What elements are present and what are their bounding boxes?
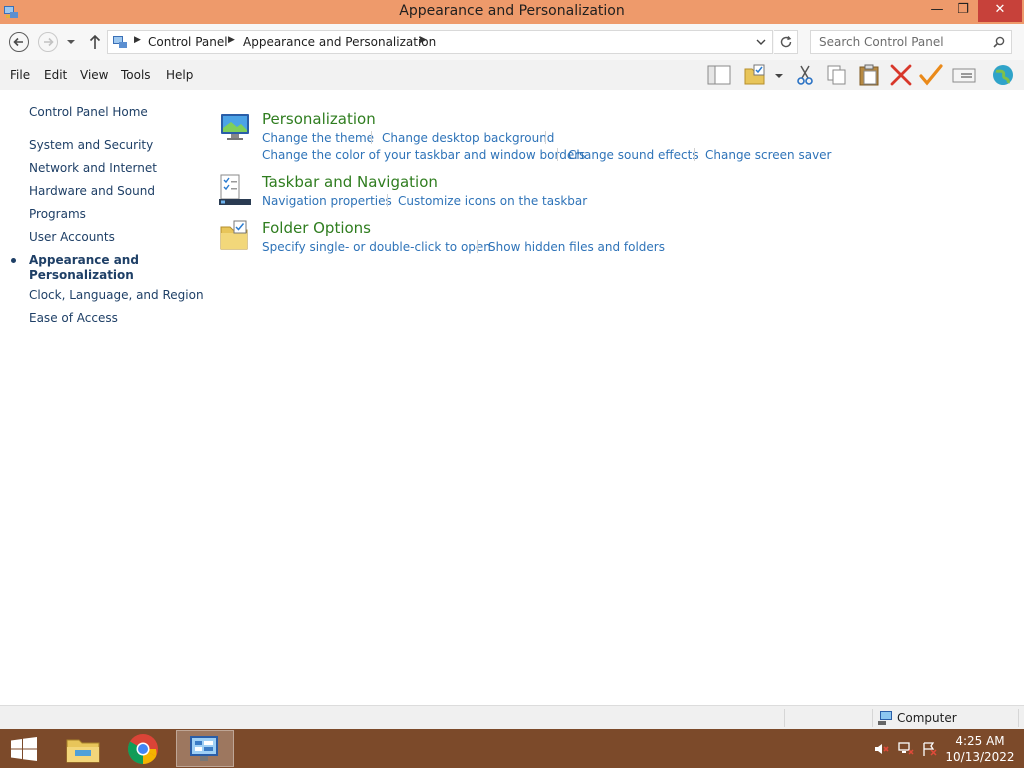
chevron-down-icon[interactable] — [756, 37, 766, 47]
personalization-icon — [221, 114, 249, 140]
cut-icon[interactable] — [792, 63, 818, 87]
category-title[interactable]: Taskbar and Navigation — [262, 173, 438, 191]
task-navigation-properties[interactable]: Navigation properties — [262, 194, 392, 208]
task-separator — [371, 131, 372, 144]
menu-file[interactable]: File — [10, 68, 30, 82]
status-bar: Computer — [0, 705, 1024, 729]
task-change-taskbar-color[interactable]: Change the color of your taskbar and win… — [262, 148, 585, 162]
task-separator — [557, 148, 558, 161]
clock-date[interactable]: 10/13/2022 — [940, 750, 1020, 764]
maximize-button[interactable]: ❐ — [950, 0, 976, 22]
title-bar: Appearance and Personalization — ❐ ✕ — [0, 0, 1024, 24]
search-input[interactable]: Search Control Panel — [810, 30, 1012, 54]
search-placeholder: Search Control Panel — [819, 35, 944, 49]
control-panel-home-link[interactable]: Control Panel Home — [29, 105, 148, 120]
sidebar-item-user-accounts[interactable]: User Accounts — [29, 230, 115, 245]
menu-tools[interactable]: Tools — [121, 68, 151, 82]
task-change-theme[interactable]: Change the theme — [262, 131, 374, 145]
layout-icon[interactable] — [706, 63, 732, 87]
task-separator — [387, 194, 388, 207]
category-title[interactable]: Folder Options — [262, 219, 371, 237]
window-title: Appearance and Personalization — [399, 3, 625, 19]
arrow-right-icon — [44, 37, 54, 47]
sidebar-item-programs[interactable]: Programs — [29, 207, 86, 222]
task-change-sound-effects[interactable]: Change sound effects — [568, 148, 699, 162]
breadcrumb-separator-icon[interactable]: ▶ — [228, 35, 235, 45]
active-item-bullet — [11, 258, 16, 263]
sidebar-item-appearance[interactable]: Appearance and Personalization — [29, 253, 189, 283]
taskbar: 4:25 AM 10/13/2022 — [0, 729, 1024, 768]
task-customize-taskbar-icons[interactable]: Customize icons on the taskbar — [398, 194, 587, 208]
sidebar-item-network[interactable]: Network and Internet — [29, 161, 157, 176]
address-bar[interactable]: ▶ Control Panel ▶ Appearance and Persona… — [107, 30, 773, 54]
refresh-icon — [780, 36, 792, 48]
category-title[interactable]: Personalization — [262, 110, 376, 128]
checkmark-icon[interactable] — [918, 63, 944, 87]
task-change-screen-saver[interactable]: Change screen saver — [705, 148, 832, 162]
sidebar-item-system-security[interactable]: System and Security — [29, 138, 153, 153]
control-panel-icon — [113, 36, 127, 48]
taskbar-control-panel[interactable] — [176, 730, 234, 767]
recent-locations-icon[interactable] — [66, 38, 76, 46]
copy-icon[interactable] — [824, 63, 850, 87]
properties-icon[interactable] — [951, 63, 977, 87]
back-button[interactable] — [9, 32, 29, 52]
status-location: Computer — [897, 711, 957, 725]
refresh-button[interactable] — [774, 30, 798, 54]
paste-icon[interactable] — [856, 63, 882, 87]
chevron-down-icon[interactable] — [772, 63, 786, 87]
action-center-flag-icon[interactable] — [922, 742, 938, 756]
windows-start-icon[interactable] — [10, 737, 38, 761]
up-arrow-icon[interactable] — [88, 33, 102, 51]
address-row: ▶ Control Panel ▶ Appearance and Persona… — [0, 24, 1024, 60]
status-divider — [872, 709, 873, 727]
menu-help[interactable]: Help — [166, 68, 193, 82]
close-button[interactable]: ✕ — [978, 0, 1022, 22]
globe-icon[interactable] — [990, 63, 1016, 87]
task-single-double-click[interactable]: Specify single- or double-click to open — [262, 240, 491, 254]
chrome-icon — [127, 734, 158, 764]
menu-edit[interactable]: Edit — [44, 68, 67, 82]
menu-bar: File Edit View Tools Help — [0, 60, 1024, 90]
menu-view[interactable]: View — [80, 68, 108, 82]
breadcrumb-appearance[interactable]: Appearance and Personalization — [243, 35, 436, 49]
status-divider — [784, 709, 785, 727]
control-panel-icon — [190, 736, 218, 761]
task-change-desktop-background[interactable]: Change desktop background — [382, 131, 554, 145]
sidebar-item-ease-of-access[interactable]: Ease of Access — [29, 311, 118, 326]
volume-muted-icon[interactable] — [874, 742, 890, 756]
minimize-button[interactable]: — — [924, 0, 950, 22]
left-navigation: Control Panel Home System and Security N… — [0, 90, 210, 705]
task-separator — [545, 131, 546, 144]
task-separator — [694, 148, 695, 161]
sidebar-item-clock-language[interactable]: Clock, Language, and Region — [29, 288, 204, 303]
network-icon[interactable] — [898, 742, 914, 756]
computer-icon — [878, 711, 892, 725]
search-icon[interactable] — [993, 36, 1005, 48]
status-divider — [1018, 709, 1019, 727]
folder-check-icon[interactable] — [742, 63, 768, 87]
clock-time[interactable]: 4:25 AM — [940, 734, 1020, 748]
sidebar-item-hardware-sound[interactable]: Hardware and Sound — [29, 184, 155, 199]
arrow-left-icon — [13, 37, 23, 47]
file-explorer-icon — [66, 739, 100, 763]
task-separator — [477, 240, 478, 253]
task-show-hidden-files[interactable]: Show hidden files and folders — [488, 240, 665, 254]
breadcrumb-separator-icon[interactable]: ▶ — [420, 35, 427, 45]
breadcrumb-control-panel[interactable]: Control Panel — [148, 35, 228, 49]
taskbar-chrome[interactable] — [115, 730, 171, 767]
taskbar-icon — [219, 174, 251, 205]
forward-button[interactable] — [38, 32, 58, 52]
delete-icon[interactable] — [888, 63, 914, 87]
breadcrumb-separator-icon[interactable]: ▶ — [134, 35, 141, 45]
folder-options-icon — [220, 220, 248, 250]
taskbar-file-explorer[interactable] — [56, 730, 112, 767]
